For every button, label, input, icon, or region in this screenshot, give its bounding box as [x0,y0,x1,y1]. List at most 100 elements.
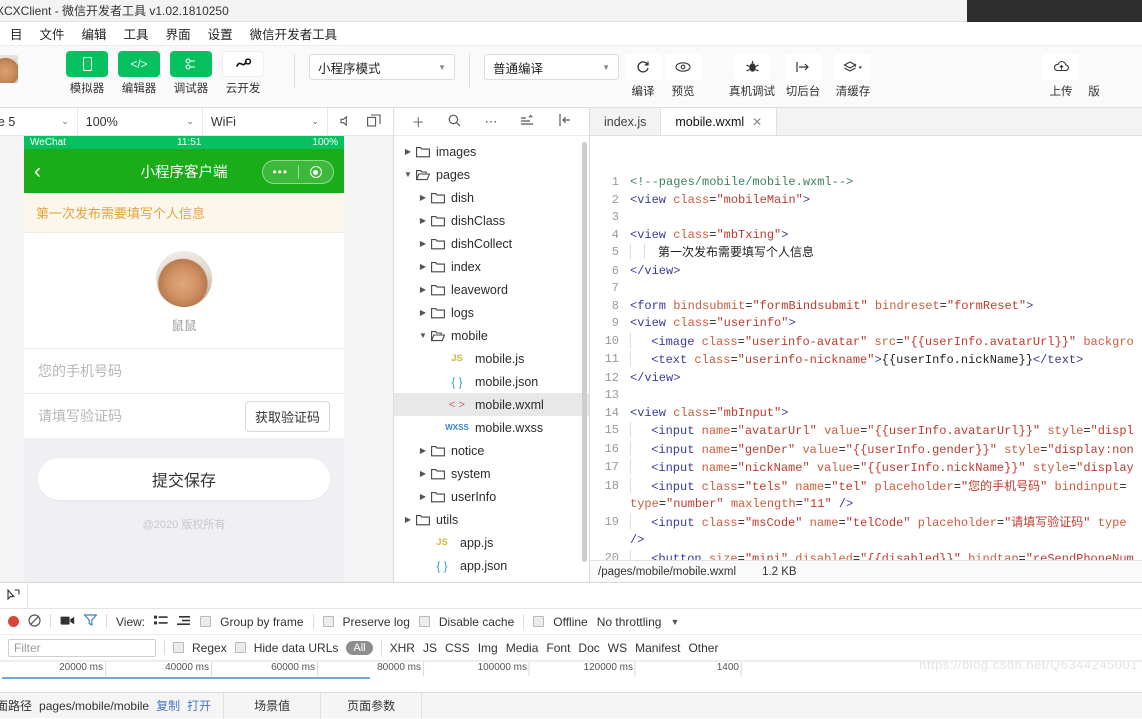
chevron-right-icon[interactable]: ▶ [417,492,429,501]
submit-button[interactable]: 提交保存 [38,458,330,500]
add-icon[interactable]: ＋ [412,112,425,131]
chevron-right-icon[interactable]: ▶ [417,216,429,225]
zoom-select[interactable]: 100% ⌄ [78,108,203,135]
code-text[interactable] [630,280,1142,298]
avatar[interactable] [0,55,18,83]
editor-button[interactable]: </> 编辑器 [118,51,160,96]
simulator-button[interactable]: 模拟器 [66,51,108,96]
cloud-dev-button[interactable]: 云开发 [222,51,264,96]
filter-icon[interactable] [83,614,98,629]
tree-folder-mobile[interactable]: ▼ mobile [394,324,589,347]
code-text[interactable]: <input name="genDer" value="{{userInfo.g… [630,440,1142,460]
code-area[interactable]: 1 <!--pages/mobile/mobile.wxml--> 2 <view c… [590,136,1142,560]
camera-icon[interactable] [60,615,75,629]
clear-icon[interactable] [28,613,41,630]
network-select[interactable]: WiFi ⌄ [203,108,328,135]
tree-folder-images[interactable]: ▶ images [394,140,589,163]
copy-link[interactable]: 复制 [156,697,180,714]
tree-folder-dishClass[interactable]: ▶ dishClass [394,209,589,232]
code-text[interactable]: <button size="mini" disabled="{{disabled… [630,549,1142,560]
filter-type-css[interactable]: CSS [445,641,470,655]
regex-checkbox[interactable] [173,642,184,653]
inspect-element-icon[interactable] [0,582,28,609]
tree-file-app.wxss[interactable]: WXSSapp.wxss [394,577,589,583]
menu-item-devtools[interactable]: 微信开发者工具 [250,24,338,43]
tree-file-mobile.wxss[interactable]: WXSS mobile.wxss [394,416,589,439]
open-link[interactable]: 打开 [187,697,211,714]
code-text[interactable]: type="number" maxlength="11" /> [630,496,1142,514]
get-code-button[interactable]: 获取验证码 [244,400,330,432]
filter-type-manifest[interactable]: Manifest [635,641,680,655]
tab-mobile-wxml[interactable]: mobile.wxml ✕ [661,108,778,135]
code-text[interactable]: <view class="mbTxing"> [630,227,1142,245]
tree-folder-dishCollect[interactable]: ▶ dishCollect [394,232,589,255]
filter-type-doc[interactable]: Doc [578,641,599,655]
filter-type-ws[interactable]: WS [608,641,627,655]
search-icon[interactable] [448,114,461,130]
more-icon[interactable]: ⋯ [484,114,497,130]
chevron-right-icon[interactable]: ▶ [417,193,429,202]
filter-type-xhr[interactable]: XHR [390,641,415,655]
code-text[interactable]: </view> [630,370,1142,388]
tree-file-app.json[interactable]: { } app.json [394,554,589,577]
filter-type-media[interactable]: Media [506,641,539,655]
menu-item-settings[interactable]: 设置 [208,24,233,43]
filter-input[interactable]: Filter [8,638,156,657]
filter-type-img[interactable]: Img [478,641,498,655]
rotate-icon[interactable] [367,113,381,130]
code-text[interactable]: <input class="msCode" name="telCode" pla… [630,513,1142,533]
code-text[interactable]: /> [630,532,1142,550]
chevron-right-icon[interactable]: ▶ [417,239,429,248]
tree-folder-userInfo[interactable]: ▶ userInfo [394,485,589,508]
compile-mode-select[interactable]: 普通编译 ▼ [484,54,619,80]
chevron-down-icon[interactable]: ▼ [402,170,414,179]
chevron-right-icon[interactable]: ▶ [417,469,429,478]
collapse-icon[interactable] [558,114,571,129]
menu-item-file[interactable]: 文件 [40,24,65,43]
tree-file-mobile.js[interactable]: JS mobile.js [394,347,589,370]
menu-item-interface[interactable]: 界面 [166,24,191,43]
disable-cache-checkbox[interactable] [418,616,430,627]
tree-file-app.js[interactable]: JS app.js [394,531,589,554]
throttling-select[interactable]: No throttling [597,615,662,629]
menu-item-0[interactable]: 目 [10,24,23,43]
app-mode-select[interactable]: 小程序模式 ▼ [309,54,455,80]
device-select[interactable]: one 5 ⌄ [0,108,78,135]
scene-value-cell[interactable]: 场景值 [224,692,322,719]
tree-folder-logs[interactable]: ▶ logs [394,301,589,324]
real-device-debug-button[interactable]: 真机调试 [725,54,779,99]
chevron-right-icon[interactable]: ▶ [402,515,414,524]
list-view-icon[interactable] [154,615,168,629]
chevron-right-icon[interactable]: ▶ [417,262,429,271]
tree-folder-leaveword[interactable]: ▶ leaveword [394,278,589,301]
verify-code-placeholder[interactable]: 请填写验证码 [38,406,122,426]
tree-folder-utils[interactable]: ▶ utils [394,508,589,531]
code-text[interactable]: </view> [630,263,1142,281]
code-text[interactable]: <form bindsubmit="formBindsubmit" bindre… [630,298,1142,316]
code-text[interactable]: <view class="mobileMain"> [630,192,1142,210]
menu-item-tools[interactable]: 工具 [124,24,149,43]
sort-icon[interactable] [520,114,535,129]
phone-number-input[interactable]: 您的手机号码 [24,348,344,393]
chevron-right-icon[interactable]: ▶ [402,147,414,156]
tree-folder-notice[interactable]: ▶ notice [394,439,589,462]
code-text[interactable]: <text class="userinfo-nickname">{{userIn… [630,351,1142,370]
record-icon[interactable] [8,616,19,627]
version-button[interactable]: 版 [1081,54,1107,99]
more-icon[interactable]: ••• [263,165,298,179]
close-circle-icon[interactable] [299,166,334,178]
chevron-right-icon[interactable]: ▶ [417,446,429,455]
filter-type-other[interactable]: Other [688,641,718,655]
close-icon[interactable]: ✕ [752,115,762,129]
file-tree[interactable]: ▶ images ▼ pages ▶ dish ▶ dishClass ▶ dishCollect… [394,136,589,582]
timeline-selection-bar[interactable] [2,677,370,679]
chevron-right-icon[interactable]: ▶ [417,308,429,317]
code-text[interactable]: <input name="avatarUrl" value="{{userInf… [630,422,1142,441]
filter-type-all[interactable]: All [346,640,373,655]
chevron-down-icon[interactable]: ▼ [670,617,679,627]
network-timeline[interactable]: 20000 ms 40000 ms 60000 ms 80000 ms 100000 m… [0,661,1142,692]
code-text[interactable]: <view class="userinfo"> [630,315,1142,333]
tree-file-mobile.wxml[interactable]: < > mobile.wxml [394,393,589,416]
preserve-log-checkbox[interactable] [322,616,334,627]
filter-type-font[interactable]: Font [546,641,570,655]
